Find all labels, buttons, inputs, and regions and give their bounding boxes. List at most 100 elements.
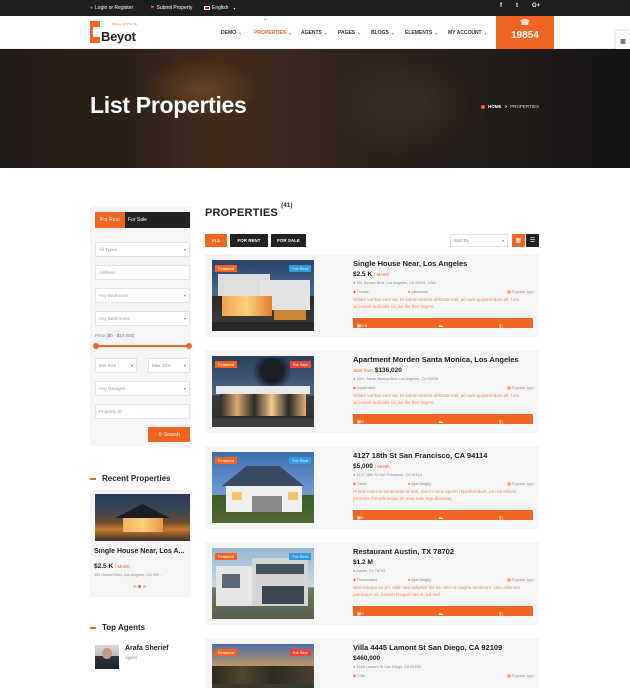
nav-pages[interactable]: PAGES ▾: [338, 30, 360, 36]
chevron-down-icon: ▾: [484, 30, 487, 36]
agent-name[interactable]: Arafa Sherief: [125, 645, 169, 652]
property-type[interactable]: House: [357, 289, 369, 294]
monitor-icon[interactable]: ▩: [620, 38, 626, 45]
recent-property-address: 151 Sunset Blvd, Los Angeles, CA 900...: [94, 573, 163, 577]
twitter-icon[interactable]: t: [516, 3, 518, 9]
property-card[interactable]: Featured For Sale Villa 4445 Lamont St S…: [205, 638, 539, 688]
property-stats: ▣ 165.5 SqFt ▬ 2 ◫ 2: [353, 318, 533, 333]
property-type[interactable]: Restaurant: [357, 577, 377, 582]
logo-tagline: REAL ESTATE: [112, 22, 138, 26]
property-type[interactable]: Store: [357, 481, 367, 486]
chevron-down-icon: ▾: [130, 363, 133, 368]
min-size-select[interactable]: Min Size ▾: [95, 358, 137, 373]
garages-select[interactable]: Any Garages ▾: [95, 381, 190, 396]
property-stats: ▣ 220 SqFt ▬ 4 ◫ 3: [353, 606, 533, 621]
carousel-dot-active[interactable]: [138, 585, 141, 588]
property-image[interactable]: Featured For Sale: [212, 644, 314, 688]
facebook-icon[interactable]: f: [500, 3, 502, 9]
login-label: Login or Register: [95, 5, 134, 11]
carousel-dot[interactable]: [133, 585, 136, 588]
property-card[interactable]: Featured For Sale Apartment Morden Santa…: [205, 350, 539, 433]
price-slider[interactable]: [93, 343, 192, 349]
property-title[interactable]: Restaurant Austin, TX 78702: [353, 547, 454, 556]
filter-all-button[interactable]: ALL: [205, 234, 227, 247]
submit-property-link[interactable]: ⚑ Submit Property: [150, 5, 192, 11]
property-title[interactable]: Apartment Morden Santa Monica, Los Angel…: [353, 355, 519, 364]
tab-for-sale[interactable]: For Sale: [125, 212, 190, 228]
carousel-dots: [133, 585, 146, 588]
top-agents-heading: Top Agents: [90, 623, 145, 632]
phone-box[interactable]: ☎ 19854: [496, 16, 554, 49]
nav-properties[interactable]: PROPERTIES ▾: [254, 30, 291, 36]
property-baths: 3: [499, 515, 502, 520]
max-size-select[interactable]: Max Size ▾: [148, 358, 190, 373]
property-id-input[interactable]: Property ID: [95, 404, 190, 419]
filter-for-rent-button[interactable]: FOR RENT: [230, 234, 268, 247]
grid-view-button[interactable]: ▦: [512, 234, 525, 247]
main-header: REAL ESTATE Beyot ⌃ DEMO ▾ PROPERTIES ▾ AG…: [0, 16, 630, 49]
type-select[interactable]: All Types ▾: [95, 242, 190, 257]
property-description: Solum veritus eum ea. Ei solum essent de…: [353, 297, 520, 309]
agent-avatar[interactable]: [95, 645, 119, 669]
property-image[interactable]: Featured For Rent: [212, 452, 314, 523]
property-type[interactable]: Apartment: [357, 385, 375, 390]
active-indicator-icon: ⌃: [263, 19, 269, 25]
property-card[interactable]: Featured For Rent Restaurant Austin, TX …: [205, 542, 539, 625]
chevron-down-icon: ▾: [183, 316, 186, 321]
top-bar: ● Login or Register ⚑ Submit Property En…: [0, 0, 630, 16]
property-card[interactable]: Featured For Rent 4127 18th St San Franc…: [205, 446, 539, 529]
flag-icon: ⚑: [150, 5, 155, 11]
property-beds: 4: [439, 515, 442, 520]
property-title[interactable]: 4127 18th St San Francisco, CA 94114: [353, 451, 487, 460]
bedrooms-select[interactable]: Any Bedrooms ▾: [95, 288, 190, 303]
nav-agents[interactable]: AGENTS ▾: [301, 30, 327, 36]
tag-icon: ◆: [353, 385, 357, 390]
nav-my-account[interactable]: MY ACCOUNT ▾: [448, 30, 487, 36]
slider-handle-max[interactable]: [186, 343, 192, 349]
property-agent[interactable]: Aya Magdy: [411, 577, 431, 582]
filter-for-sale-button[interactable]: FOR SALE: [271, 234, 306, 247]
nav-blogs[interactable]: BLOGS ▾: [371, 30, 394, 36]
nav-elements[interactable]: ELEMENTS ▾: [405, 30, 437, 36]
carousel-dot[interactable]: [143, 585, 146, 588]
logo[interactable]: REAL ESTATE Beyot: [90, 21, 140, 45]
list-view-button[interactable]: ☰: [526, 234, 539, 247]
nav-demo[interactable]: DEMO ▾: [221, 30, 241, 36]
google-plus-icon[interactable]: G+: [532, 3, 540, 9]
property-title[interactable]: Villa 4445 Lamont St San Diego, CA 92109: [353, 643, 502, 652]
page-title: List Properties: [90, 92, 247, 118]
address-input[interactable]: Address: [95, 265, 190, 280]
breadcrumb-home[interactable]: HOME: [488, 104, 502, 109]
language-selector[interactable]: English ▾: [204, 5, 235, 11]
user-icon: ●: [408, 289, 411, 294]
property-image[interactable]: Featured For Sale: [212, 356, 314, 427]
search-button[interactable]: ⚲ Search: [148, 427, 190, 442]
property-type[interactable]: Villa: [357, 673, 365, 678]
property-price: Start from $136,020: [353, 367, 402, 374]
property-price: $5,000 / Month: [353, 463, 390, 470]
property-address: ● 4445 Lamont St San Diego, CA 92109: [353, 665, 421, 669]
slider-handle-min[interactable]: [93, 343, 99, 349]
chevron-down-icon: ▾: [289, 30, 292, 36]
login-link[interactable]: ● Login or Register: [90, 5, 133, 11]
chevron-down-icon: ▾: [239, 30, 242, 36]
breadcrumb-separator: >: [504, 104, 508, 109]
property-description: Solum veritus eum ea. Ei solum essent de…: [353, 393, 520, 405]
property-price: $1.2 M: [353, 559, 373, 566]
property-price: $460,000: [353, 655, 381, 662]
calendar-icon: ▦: [507, 385, 511, 390]
tab-for-rent[interactable]: For Rent: [95, 212, 125, 228]
bathrooms-select[interactable]: Any Bathrooms ▾: [95, 311, 190, 326]
page-banner: List Properties HOME > PROPERTIES: [0, 49, 630, 168]
sort-by-select[interactable]: Sort By ▾: [450, 234, 508, 247]
property-agent[interactable]: glioxsevn: [412, 289, 429, 294]
recent-property-title[interactable]: Single House Near, Los A...: [94, 548, 190, 555]
property-agent[interactable]: Aya Magdy: [411, 481, 431, 486]
property-image[interactable]: Featured For Rent: [212, 548, 314, 619]
property-image[interactable]: Featured For Rent: [212, 260, 314, 331]
list-icon: ☰: [529, 238, 536, 244]
property-card[interactable]: Featured For Rent Single House Near, Los…: [205, 254, 539, 337]
property-title[interactable]: Single House Near, Los Angeles: [353, 259, 467, 268]
tag-icon: ◆: [353, 481, 357, 486]
recent-property-image[interactable]: [95, 494, 190, 541]
